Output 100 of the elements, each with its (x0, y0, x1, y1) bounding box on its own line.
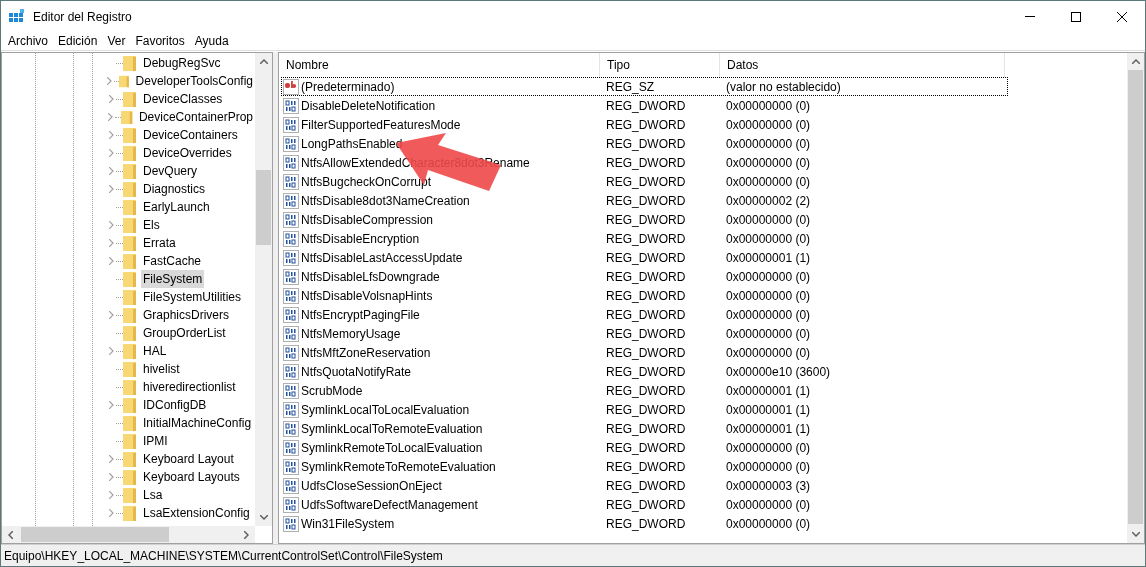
value-type: REG_DWORD (605, 496, 687, 514)
vertical-scrollbar[interactable] (255, 53, 272, 526)
tree-item[interactable]: Diagnostics (141, 180, 208, 198)
value-data: 0x00000001 (1) (725, 401, 812, 419)
binary-value-icon (283, 401, 299, 418)
tree-item[interactable]: FastCache (141, 252, 204, 270)
tree-item[interactable]: EarlyLaunch (141, 198, 212, 216)
value-name: FilterSupportedFeaturesMode (301, 116, 461, 134)
value-name: Win31FileSystem (301, 515, 395, 533)
tree-item[interactable]: FileSystemUtilities (141, 288, 243, 306)
value-type: REG_DWORD (605, 325, 687, 343)
folder-icon (123, 307, 137, 323)
value-name: SymlinkLocalToLocalEvaluation (301, 401, 470, 419)
value-name: NtfsDisableLfsDowngrade (301, 268, 440, 286)
folder-icon (123, 145, 137, 161)
value-type: REG_DWORD (605, 173, 687, 191)
tree-item[interactable]: Errata (141, 234, 178, 252)
tree-item[interactable]: InitialMachineConfig (141, 414, 254, 432)
binary-value-icon (283, 116, 299, 133)
value-type: REG_DWORD (605, 477, 687, 495)
binary-value-icon (283, 496, 299, 513)
value-name: NtfsBugcheckOnCorrupt (301, 173, 432, 191)
menu-item[interactable]: Ayuda (189, 32, 234, 50)
tree-item[interactable]: DebugRegSvc (141, 54, 223, 72)
value-name: LongPathsEnabled (301, 135, 403, 153)
binary-value-icon (283, 382, 299, 399)
minimize-icon (1025, 16, 1035, 17)
column-header[interactable]: Tipo (600, 53, 720, 77)
tree-item[interactable]: DeveloperToolsConfig (133, 72, 255, 90)
folder-icon (123, 181, 137, 197)
scroll-thumb[interactable] (1128, 70, 1143, 524)
binary-value-icon (283, 439, 299, 456)
tree-item[interactable]: hiveredirectionlist (141, 378, 238, 396)
value-type: REG_DWORD (605, 382, 687, 400)
menu-item[interactable]: Archivo (3, 32, 53, 50)
tree-item[interactable]: DeviceContainerProp (136, 108, 255, 126)
tree-item[interactable]: FileSystem (141, 270, 205, 288)
folder-icon (123, 433, 137, 449)
folder-icon (123, 379, 137, 395)
value-data: 0x00000003 (3) (725, 477, 812, 495)
tree-item[interactable]: Keyboard Layouts (141, 468, 242, 486)
binary-value-icon (283, 458, 299, 475)
value-data: 0x00000001 (1) (725, 382, 812, 400)
tree-item[interactable]: Keyboard Layout (141, 450, 236, 468)
menu-item[interactable]: Favoritos (130, 32, 190, 50)
value-type: REG_DWORD (605, 515, 687, 533)
binary-value-icon (283, 420, 299, 437)
tree-item[interactable]: LsaExtensionConfig (141, 504, 252, 522)
value-type: REG_DWORD (605, 363, 687, 381)
value-name: (Predeterminado) (301, 78, 395, 96)
folder-icon (123, 505, 137, 521)
binary-value-icon (283, 268, 299, 285)
tree-item[interactable]: DeviceContainers (141, 126, 240, 144)
value-name: NtfsMemoryUsage (301, 325, 401, 343)
folder-icon (123, 325, 137, 341)
value-data: 0x00000000 (0) (725, 287, 812, 305)
scroll-thumb[interactable] (256, 170, 271, 245)
horizontal-scrollbar[interactable] (2, 526, 255, 543)
value-type: REG_DWORD (605, 154, 687, 172)
value-name: UdfsSoftwareDefectManagement (301, 496, 478, 514)
folder-icon (123, 487, 137, 503)
value-type: REG_DWORD (605, 344, 687, 362)
menu-item[interactable]: Edición (53, 32, 103, 50)
tree-item[interactable]: GraphicsDrivers (141, 306, 231, 324)
column-header[interactable]: Datos (720, 53, 1005, 77)
value-type: REG_DWORD (605, 306, 687, 324)
tree-item[interactable]: hivelist (141, 360, 182, 378)
tree-item[interactable]: DeviceOverrides (141, 144, 234, 162)
tree-item[interactable]: DeviceClasses (141, 90, 225, 108)
value-type: REG_DWORD (605, 268, 687, 286)
binary-value-icon (283, 306, 299, 323)
tree-item[interactable]: IPMI (141, 432, 170, 450)
folder-icon (123, 235, 137, 251)
value-data: 0x00000000 (0) (725, 154, 812, 172)
value-data: 0x00000000 (0) (725, 439, 812, 457)
menu-item[interactable]: Ver (102, 32, 131, 50)
column-header[interactable]: Nombre (279, 53, 600, 77)
tree-item[interactable]: Els (141, 216, 162, 234)
value-type: REG_SZ (605, 78, 655, 96)
value-name: DisableDeleteNotification (301, 97, 436, 115)
folder-icon (123, 469, 137, 485)
value-data: 0x00000000 (0) (725, 230, 812, 248)
value-data: 0x00000000 (0) (725, 268, 812, 286)
value-data: 0x00000000 (0) (725, 344, 812, 362)
value-type: REG_DWORD (605, 230, 687, 248)
folder-icon (123, 361, 137, 377)
binary-value-icon (283, 211, 299, 228)
status-path: Equipo\HKEY_LOCAL_MACHINE\SYSTEM\CurrentControlSet\Control\FileSystem (4, 547, 443, 565)
value-name: NtfsEncryptPagingFile (301, 306, 420, 324)
binary-value-icon (283, 192, 299, 209)
folder-icon (123, 343, 137, 359)
value-name: NtfsDisable8dot3NameCreation (301, 192, 470, 210)
tree-item[interactable]: IDConfigDB (141, 396, 209, 414)
scroll-thumb[interactable] (21, 527, 169, 542)
tree-item[interactable]: Lsa (141, 486, 165, 504)
registry-app-icon (9, 8, 25, 25)
tree-item[interactable]: GroupOrderList (141, 324, 228, 342)
tree-item[interactable]: DevQuery (141, 162, 200, 180)
tree-item[interactable]: HAL (141, 342, 169, 360)
vertical-scrollbar[interactable] (1127, 53, 1144, 543)
